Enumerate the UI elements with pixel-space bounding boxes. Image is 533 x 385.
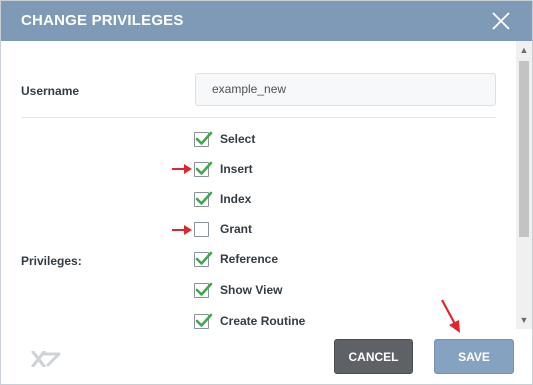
- cancel-button[interactable]: CANCEL: [334, 339, 413, 374]
- checkmark-icon: [195, 131, 213, 145]
- app-logo-icon: [31, 351, 61, 367]
- privilege-reference-checkbox[interactable]: [194, 251, 213, 267]
- privilege-reference-label: Reference: [220, 252, 279, 266]
- vertical-scrollbar[interactable]: ▲ ▼: [516, 41, 532, 329]
- privilege-grant-label: Grant: [220, 222, 253, 236]
- annotation-arrow-icon: [172, 225, 192, 235]
- annotation-arrow-icon: [172, 164, 192, 174]
- username-label: Username: [21, 84, 80, 98]
- privilege-select-checkbox[interactable]: [194, 131, 213, 147]
- checkmark-icon: [195, 282, 213, 296]
- scrollbar-thumb[interactable]: [519, 61, 529, 237]
- privilege-insert-label: Insert: [220, 162, 253, 176]
- scroll-down-icon[interactable]: ▼: [516, 312, 532, 328]
- checkmark-icon: [195, 161, 213, 175]
- save-button[interactable]: SAVE: [434, 339, 514, 374]
- privilege-create-routine-label: Create Routine: [220, 314, 306, 328]
- username-field[interactable]: example_new: [195, 73, 496, 106]
- privileges-label: Privileges:: [21, 254, 82, 268]
- dialog-titlebar: CHANGE PRIVILEGES: [1, 1, 532, 41]
- close-button[interactable]: [490, 10, 512, 32]
- dialog-title: CHANGE PRIVILEGES: [21, 12, 184, 29]
- privilege-index-label: Index: [220, 192, 252, 206]
- privilege-create-routine-checkbox[interactable]: [194, 313, 213, 329]
- scroll-up-icon[interactable]: ▲: [516, 42, 532, 58]
- privilege-grant-checkbox[interactable]: [194, 222, 209, 237]
- change-privileges-dialog: CHANGE PRIVILEGES Username example_new P…: [0, 0, 533, 385]
- privilege-select-label: Select: [220, 132, 256, 146]
- close-icon: [492, 12, 510, 30]
- privilege-insert-checkbox[interactable]: [194, 161, 213, 177]
- privilege-index-checkbox[interactable]: [194, 191, 213, 207]
- checkmark-icon: [195, 313, 213, 327]
- dialog-footer: CANCEL SAVE: [1, 299, 532, 384]
- checkmark-icon: [195, 191, 213, 205]
- privilege-show-view-label: Show View: [220, 283, 283, 297]
- privilege-show-view-checkbox[interactable]: [194, 282, 213, 298]
- annotation-arrow-icon: [441, 299, 460, 333]
- divider: [21, 117, 496, 118]
- checkmark-icon: [195, 251, 213, 265]
- dialog-content: Username example_new Privileges: Select …: [1, 41, 516, 329]
